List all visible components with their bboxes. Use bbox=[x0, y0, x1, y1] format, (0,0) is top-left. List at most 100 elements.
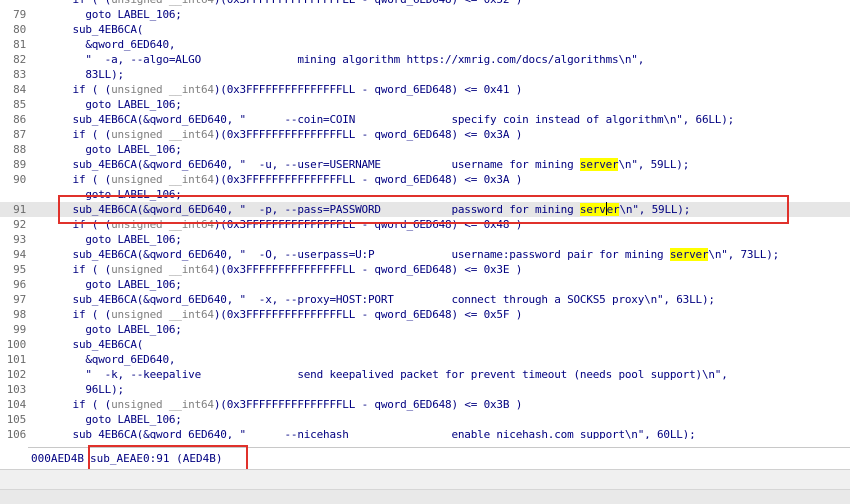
code-line[interactable]: 96 goto LABEL_106; bbox=[0, 277, 850, 292]
line-number: 102 bbox=[6, 368, 26, 381]
code-segment: " -k, --keepalive send keepalived packet… bbox=[34, 368, 728, 381]
code-line[interactable]: 89 sub_4EB6CA(&qword_6ED640, " -u, --use… bbox=[0, 157, 850, 172]
code-text: sub_4EB6CA(&qword_6ED640, " --coin=COIN … bbox=[34, 112, 735, 127]
code-segment: 96LL); bbox=[34, 383, 124, 396]
code-line[interactable]: 97 sub_4EB6CA(&qword_6ED640, " -x, --pro… bbox=[0, 292, 850, 307]
code-segment: goto LABEL_106; bbox=[34, 413, 182, 426]
status-address: 000AED4B bbox=[31, 452, 84, 465]
code-text: goto LABEL_106; bbox=[34, 142, 182, 157]
code-line[interactable]: 105 goto LABEL_106; bbox=[0, 412, 850, 427]
code-text: &qword_6ED640, bbox=[34, 352, 175, 367]
line-number: 80 bbox=[13, 23, 26, 36]
line-number: 93 bbox=[13, 233, 26, 246]
code-text: goto LABEL_106; bbox=[34, 322, 182, 337]
code-line[interactable]: 99 goto LABEL_106; bbox=[0, 322, 850, 337]
code-line[interactable]: 95 if ( (unsigned __int64)(0x3FFFFFFFFFF… bbox=[0, 262, 850, 277]
code-line[interactable]: 80 sub_4EB6CA( bbox=[0, 22, 850, 37]
code-line[interactable]: 79 goto LABEL_106; bbox=[0, 7, 850, 22]
code-line[interactable]: 94 sub_4EB6CA(&qword_6ED640, " -O, --use… bbox=[0, 247, 850, 262]
code-text: if ( (unsigned __int64)(0x3FFFFFFFFFFFFF… bbox=[34, 262, 523, 277]
line-number: 95 bbox=[13, 263, 26, 276]
code-line[interactable]: 90 if ( (unsigned __int64)(0x3FFFFFFFFFF… bbox=[0, 172, 850, 187]
line-number: 83 bbox=[13, 68, 26, 81]
code-text: sub_4EB6CA( bbox=[34, 337, 144, 352]
code-segment: sub_4EB6CA(&qword_6ED640, " --coin=COIN … bbox=[34, 113, 735, 126]
code-line[interactable]: 84 if ( (unsigned __int64)(0x3FFFFFFFFFF… bbox=[0, 82, 850, 97]
line-number: 99 bbox=[13, 323, 26, 336]
code-text: if ( (unsigned __int64)(0x3FFFFFFFFFFFFF… bbox=[34, 397, 523, 412]
code-line[interactable]: 100 sub_4EB6CA( bbox=[0, 337, 850, 352]
code-segment: sub_4EB6CA( bbox=[34, 23, 144, 36]
code-line[interactable]: 87 if ( (unsigned __int64)(0x3FFFFFFFFFF… bbox=[0, 127, 850, 142]
code-segment: if ( (unsigned __int64)(0x3FFFFFFFFFFFFF… bbox=[34, 173, 523, 186]
code-line[interactable]: 85 goto LABEL_106; bbox=[0, 97, 850, 112]
code-line[interactable]: 93 goto LABEL_106; bbox=[0, 232, 850, 247]
code-line[interactable]: 83 83LL); bbox=[0, 67, 850, 82]
code-line[interactable]: 82 " -a, --algo=ALGO mining algorithm ht… bbox=[0, 52, 850, 67]
code-segment: sub_4EB6CA(&qword_6ED640, " -O, --userpa… bbox=[34, 248, 670, 261]
code-segment: sub_4EB6CA( bbox=[34, 338, 144, 351]
code-text: " -a, --algo=ALGO mining algorithm https… bbox=[34, 52, 644, 67]
code-line[interactable]: if ( (unsigned __int64)(0x3FFFFFFFFFFFFF… bbox=[0, 0, 850, 7]
code-segment: &qword_6ED640, bbox=[34, 38, 176, 51]
code-line[interactable]: 86 sub_4EB6CA(&qword_6ED640, " --coin=CO… bbox=[0, 112, 850, 127]
code-segment: goto LABEL_106; bbox=[34, 233, 182, 246]
type-cast: unsigned __int64 bbox=[111, 398, 214, 411]
code-segment: " -a, --algo=ALGO mining algorithm https… bbox=[34, 53, 645, 66]
code-text: &qword_6ED640, bbox=[34, 37, 175, 52]
code-text: goto LABEL_106; bbox=[34, 97, 182, 112]
code-segment: 83LL); bbox=[34, 68, 124, 81]
line-number: 84 bbox=[13, 83, 26, 96]
code-text: goto LABEL_106; bbox=[34, 277, 182, 292]
line-number: 103 bbox=[6, 383, 26, 396]
line-number: 101 bbox=[6, 353, 26, 366]
code-text: goto LABEL_106; bbox=[34, 7, 182, 22]
line-number: 82 bbox=[13, 53, 26, 66]
code-segment: sub_4EB6CA(&qword_6ED640, " --nicehash e… bbox=[34, 428, 696, 439]
line-number: 100 bbox=[6, 338, 26, 351]
line-number: 87 bbox=[13, 128, 26, 141]
type-cast: unsigned __int64 bbox=[111, 263, 214, 276]
code-text: if ( (unsigned __int64)(0x3FFFFFFFFFFFFF… bbox=[34, 82, 523, 97]
code-line[interactable]: 81 &qword_6ED640, bbox=[0, 37, 850, 52]
code-text: sub_4EB6CA(&qword_6ED640, " -x, --proxy=… bbox=[34, 292, 715, 307]
line-number: 97 bbox=[13, 293, 26, 306]
code-text: if ( (unsigned __int64)(0x3FFFFFFFFFFFFF… bbox=[34, 172, 523, 187]
code-segment: if ( (unsigned __int64)(0x3FFFFFFFFFFFFF… bbox=[34, 263, 523, 276]
code-segment: goto LABEL_106; bbox=[34, 323, 182, 336]
code-line[interactable]: 106 sub_4EB6CA(&qword_6ED640, " --niceha… bbox=[0, 427, 850, 439]
code-text: if ( (unsigned __int64)(0x3FFFFFFFFFFFFF… bbox=[34, 307, 523, 322]
line-number: 94 bbox=[13, 248, 26, 261]
code-segment: goto LABEL_106; bbox=[34, 98, 182, 111]
line-number: 106 bbox=[6, 428, 26, 439]
line-number: 81 bbox=[13, 38, 26, 51]
code-text: if ( (unsigned __int64)(0x3FFFFFFFFFFFFF… bbox=[34, 127, 523, 142]
code-line[interactable]: 88 goto LABEL_106; bbox=[0, 142, 850, 157]
code-segment: if ( (unsigned __int64)(0x3FFFFFFFFFFFFF… bbox=[34, 83, 523, 96]
code-segment: if ( (unsigned __int64)(0x3FFFFFFFFFFFFF… bbox=[34, 128, 523, 141]
search-highlight: server bbox=[579, 158, 619, 171]
code-line[interactable]: 101 &qword_6ED640, bbox=[0, 352, 850, 367]
type-cast: unsigned __int64 bbox=[111, 128, 214, 141]
code-segment: \n", 59LL); bbox=[618, 158, 690, 171]
code-segment: goto LABEL_106; bbox=[34, 8, 182, 21]
code-text: 83LL); bbox=[34, 67, 124, 82]
line-number: 89 bbox=[13, 158, 26, 171]
code-line[interactable]: 103 96LL); bbox=[0, 382, 850, 397]
code-line[interactable]: 98 if ( (unsigned __int64)(0x3FFFFFFFFFF… bbox=[0, 307, 850, 322]
line-number: 104 bbox=[6, 398, 26, 411]
code-segment: if ( (unsigned __int64)(0x3FFFFFFFFFFFFF… bbox=[34, 0, 523, 6]
type-cast: unsigned __int64 bbox=[111, 173, 214, 186]
line-number: 105 bbox=[6, 413, 26, 426]
code-text: 96LL); bbox=[34, 382, 124, 397]
code-text: " -k, --keepalive send keepalived packet… bbox=[34, 367, 728, 382]
code-line[interactable]: 102 " -k, --keepalive send keepalived pa… bbox=[0, 367, 850, 382]
code-segment: sub_4EB6CA(&qword_6ED640, " -x, --proxy=… bbox=[34, 293, 715, 306]
bottom-pane bbox=[0, 469, 850, 504]
code-segment: sub_4EB6CA(&qword_6ED640, " -u, --user=U… bbox=[34, 158, 580, 171]
line-number: 90 bbox=[13, 173, 26, 186]
annotation-box-current-line bbox=[58, 195, 789, 224]
code-line[interactable]: 104 if ( (unsigned __int64)(0x3FFFFFFFFF… bbox=[0, 397, 850, 412]
type-cast: unsigned __int64 bbox=[111, 0, 214, 6]
code-segment: goto LABEL_106; bbox=[34, 278, 182, 291]
